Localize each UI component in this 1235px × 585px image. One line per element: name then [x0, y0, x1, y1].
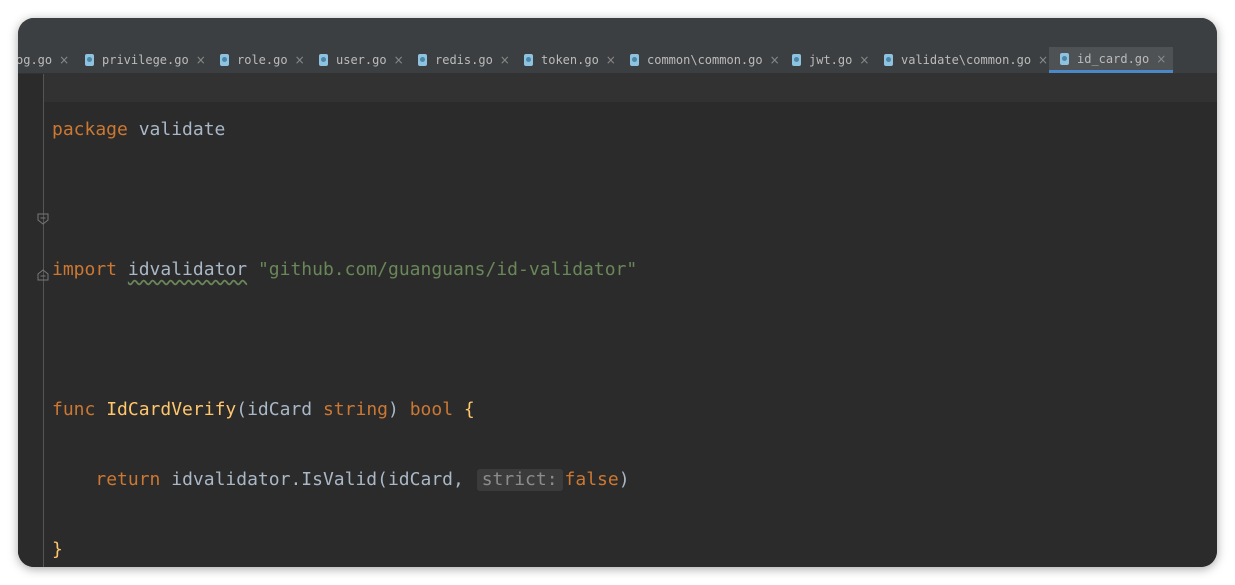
close-icon[interactable]: × [295, 53, 305, 67]
keyword: false [564, 469, 619, 490]
tab-label: token.go [541, 53, 599, 67]
tab-token-go[interactable]: token.go × [524, 47, 616, 73]
identifier: idvalidator [127, 259, 248, 280]
code-line-3: import idvalidator "github.com/guanguans… [52, 256, 1217, 284]
keyword: import [52, 259, 118, 280]
tab-validate-common-go[interactable]: validate\common.go × [884, 47, 1048, 73]
tab-og-go[interactable]: og.go × [18, 47, 69, 73]
close-icon[interactable]: × [394, 53, 404, 67]
go-file-icon [1060, 52, 1069, 65]
punctuation: { [463, 399, 475, 420]
tab-redis-go[interactable]: redis.go × [418, 47, 510, 73]
go-file-icon [524, 54, 533, 66]
fold-open-icon[interactable] [37, 213, 49, 225]
punctuation: ) [618, 469, 630, 490]
tab-privilege-go[interactable]: privilege.go × [85, 47, 206, 73]
string-literal: "github.com/guanguans/id-validator" [257, 259, 638, 280]
ide-window: og.go × privilege.go × role.go × user.go… [18, 18, 1217, 567]
tab-label: common\common.go [647, 53, 763, 67]
punctuation: ) [388, 399, 399, 420]
close-icon[interactable]: × [59, 53, 69, 67]
go-file-icon [418, 54, 427, 66]
parameter-hint: strict: [476, 469, 563, 491]
close-icon[interactable]: × [1038, 53, 1048, 67]
tab-label: validate\common.go [901, 53, 1032, 67]
tab-label: privilege.go [102, 53, 189, 67]
close-icon[interactable]: × [859, 53, 869, 67]
close-icon[interactable]: × [500, 53, 510, 67]
tab-common-common-go[interactable]: common\common.go × [630, 47, 780, 73]
close-icon[interactable]: × [1156, 52, 1166, 66]
tab-label: redis.go [435, 53, 493, 67]
editor-gutter [18, 74, 44, 567]
identifier: idCard [247, 399, 313, 420]
tab-label: id_card.go [1077, 51, 1150, 66]
keyword: package [52, 119, 128, 140]
close-icon[interactable]: × [606, 53, 616, 67]
code-line-1: package validate [52, 116, 1217, 144]
punctuation: } [52, 539, 63, 560]
editor-tab-bar: og.go × privilege.go × role.go × user.go… [18, 47, 1217, 74]
close-icon[interactable]: × [196, 53, 206, 67]
code-line-7: } [52, 536, 1217, 564]
code-content: package validate import idvalidator "git… [52, 74, 1217, 567]
keyword: func [52, 399, 96, 420]
go-file-icon [319, 54, 328, 66]
go-file-icon [630, 54, 639, 66]
tab-jwt-go[interactable]: jwt.go × [792, 47, 869, 73]
punctuation: ( [236, 399, 248, 420]
function-name: IdCardVerify [106, 399, 237, 420]
tab-id-card-go[interactable]: id_card.go × [1049, 47, 1174, 73]
tab-label: jwt.go [809, 53, 853, 67]
keyword: return [95, 469, 161, 490]
code-editor[interactable]: package validate import idvalidator "git… [18, 74, 1217, 567]
tab-user-go[interactable]: user.go × [319, 47, 404, 73]
close-icon[interactable]: × [770, 53, 780, 67]
identifier: idvalidator.IsValid(idCard, [171, 469, 464, 490]
code-line-6: return idvalidator.IsValid(idCard, stric… [52, 466, 1217, 494]
keyword: string [322, 399, 388, 420]
go-file-icon [85, 54, 94, 66]
tab-label: og.go [18, 53, 53, 67]
keyword: bool [409, 399, 454, 420]
title-bar [18, 18, 1217, 47]
code-line-5: func IdCardVerify(idCard string) bool { [52, 396, 1217, 424]
tab-label: role.go [237, 53, 288, 67]
fold-close-icon[interactable] [37, 269, 49, 281]
tab-role-go[interactable]: role.go × [220, 47, 305, 73]
tab-label: user.go [336, 53, 387, 67]
identifier: validate [138, 119, 226, 140]
go-file-icon [884, 54, 893, 66]
go-file-icon [792, 54, 801, 66]
go-file-icon [220, 54, 229, 66]
